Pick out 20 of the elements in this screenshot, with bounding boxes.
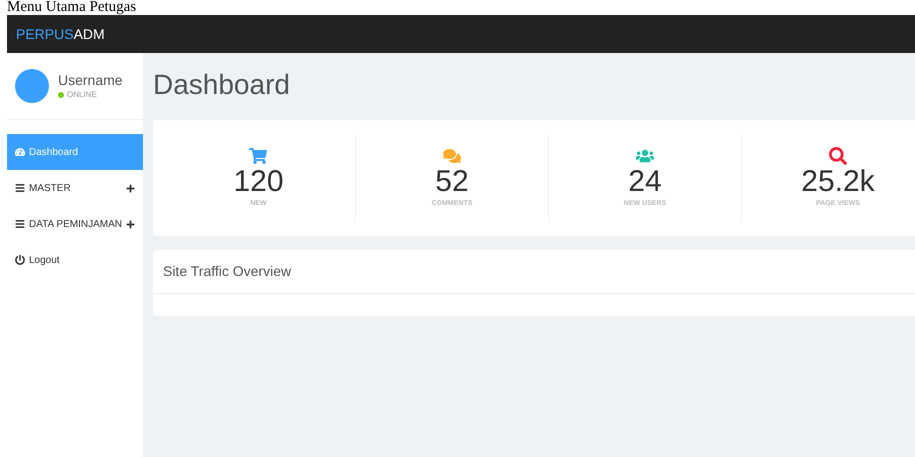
panel-title: Site Traffic Overview	[162, 262, 292, 281]
stat-value: 25.2k	[801, 164, 875, 199]
menu-icon	[15, 219, 25, 229]
plus-icon[interactable]	[126, 184, 135, 192]
sidebar-item[interactable]: Logout	[7, 242, 143, 278]
user-name: Username	[58, 72, 123, 88]
page-title: Dashboard	[152, 68, 291, 102]
gauge-icon	[15, 147, 25, 157]
power-icon	[15, 255, 25, 265]
page-caption: Menu Utama Petugas	[6, 0, 138, 15]
brand-logo[interactable]: PERPUSADM	[16, 24, 105, 44]
avatar	[15, 69, 49, 103]
plus-icon[interactable]	[126, 220, 135, 228]
menu-icon	[15, 183, 25, 193]
status-text: ONLINE	[67, 88, 97, 100]
sidebar-item[interactable]: DATA PEMINJAMAN	[7, 206, 143, 242]
stat-value: 120	[233, 164, 284, 199]
sidebar-item[interactable]: MASTER	[7, 170, 143, 206]
stat-value: 24	[628, 164, 662, 199]
stat-value: 52	[435, 164, 469, 199]
